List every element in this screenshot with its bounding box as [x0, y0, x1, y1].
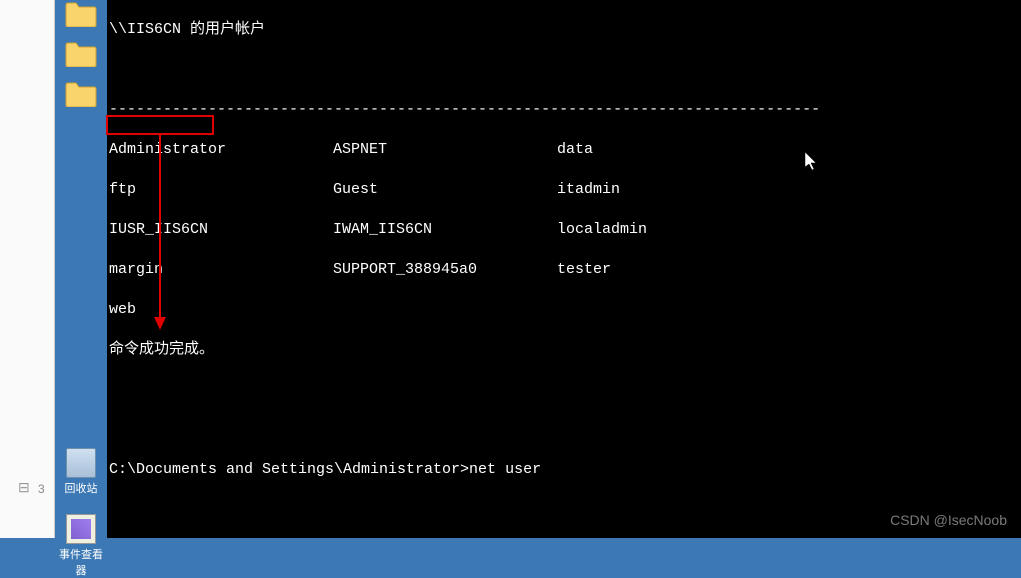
- terminal-line: [109, 420, 1019, 440]
- folder-icon: [64, 40, 98, 68]
- terminal-line: [109, 500, 1019, 520]
- event-viewer-icon: [66, 514, 96, 544]
- terminal-line: \\IIS6CN 的用户帐户: [109, 20, 1019, 40]
- folder-shortcut-2[interactable]: [55, 40, 107, 68]
- page-number: 3: [38, 482, 45, 496]
- success-line: 命令成功完成。: [109, 340, 1019, 360]
- terminal-line: [109, 60, 1019, 80]
- folder-shortcut-1[interactable]: [55, 0, 107, 28]
- desktop-area: 回收站 事件查看器: [55, 0, 107, 538]
- user-row: ftpGuestitadmin: [109, 180, 1019, 200]
- collapse-icon: ⊟: [18, 480, 30, 497]
- event-viewer[interactable]: 事件查看器: [55, 514, 107, 578]
- user-row: AdministratorASPNETdata: [109, 140, 1019, 160]
- watermark: CSDN @IsecNoob: [890, 512, 1007, 528]
- folder-icon: [64, 80, 98, 108]
- terminal-divider: ----------------------------------------…: [109, 100, 1019, 120]
- editor-gutter: ⊟ 3: [0, 0, 55, 538]
- terminal-line: [109, 380, 1019, 400]
- event-viewer-label: 事件查看器: [55, 546, 107, 578]
- folder-icon: [64, 0, 98, 28]
- recycle-bin-label: 回收站: [65, 480, 98, 496]
- folder-shortcut-3[interactable]: [55, 80, 107, 108]
- user-row: web: [109, 300, 1019, 320]
- recycle-bin-icon: [66, 448, 96, 478]
- recycle-bin[interactable]: 回收站: [55, 448, 107, 496]
- prompt-line: C:\Documents and Settings\Administrator>…: [109, 460, 1019, 480]
- user-row: marginSUPPORT_388945a0tester: [109, 260, 1019, 280]
- command-prompt-window[interactable]: \\IIS6CN 的用户帐户 -------------------------…: [107, 0, 1021, 538]
- user-row: IUSR_IIS6CNIWAM_IIS6CNlocaladmin: [109, 220, 1019, 240]
